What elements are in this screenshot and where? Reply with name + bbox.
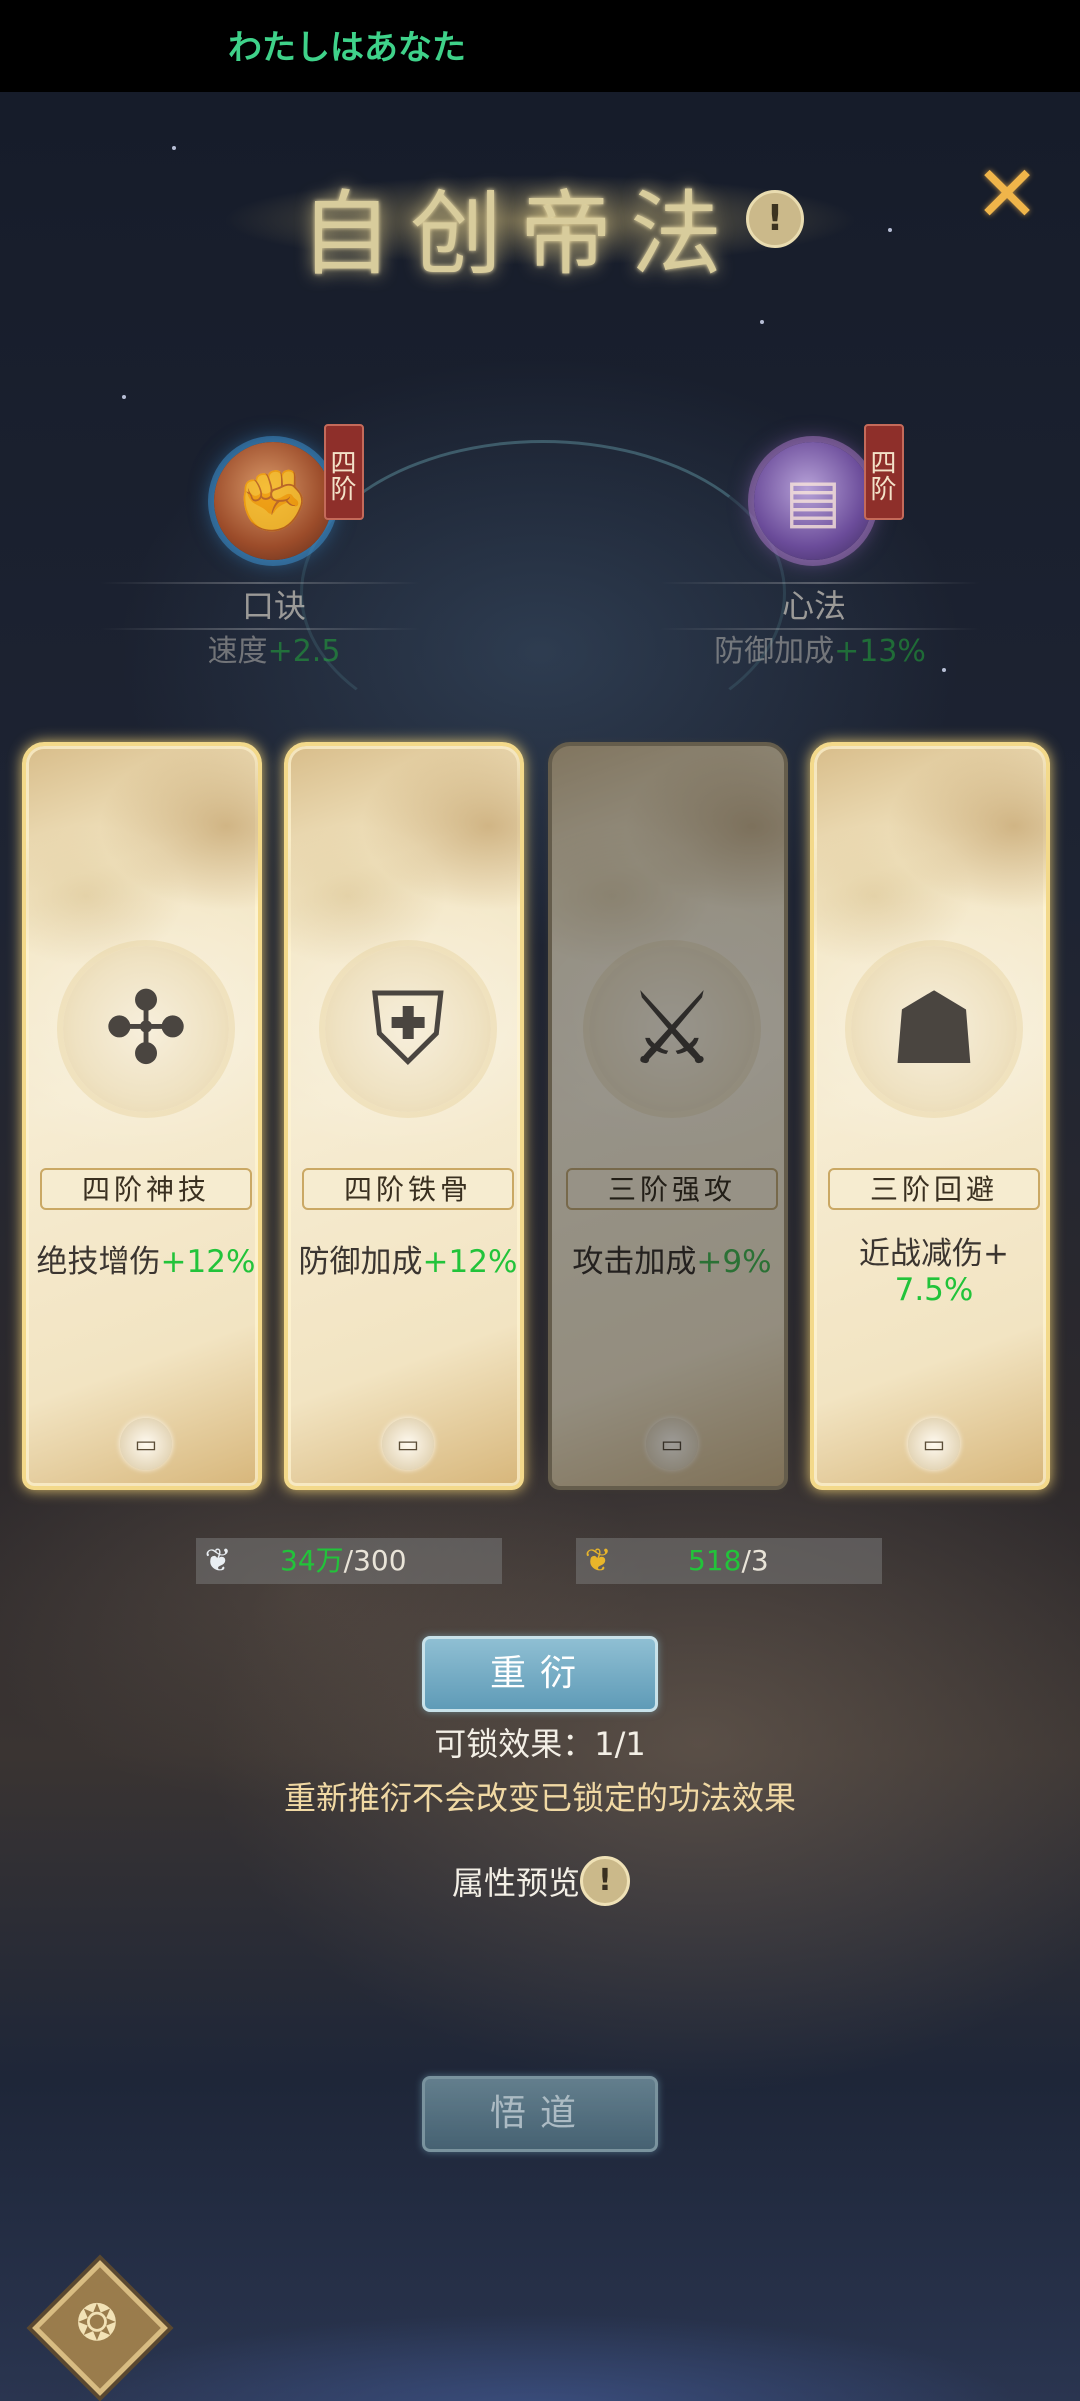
effect-label: 防御加成 bbox=[298, 1244, 423, 1280]
star bbox=[122, 395, 126, 399]
koujue-slot-orb[interactable]: ✊ bbox=[214, 442, 332, 560]
info-icon[interactable]: ! bbox=[746, 190, 804, 248]
card-effect: 近战减伤+ 7.5% bbox=[814, 1236, 1046, 1308]
spiral-arrows-icon: ✣ bbox=[63, 946, 229, 1112]
enlighten-button[interactable]: 悟道 bbox=[422, 2076, 658, 2152]
star bbox=[760, 320, 764, 324]
lock-toggle-icon[interactable]: ▭ bbox=[382, 1418, 434, 1470]
card-badge: 三阶强攻 bbox=[566, 1168, 778, 1210]
resource-have: 518 bbox=[688, 1544, 742, 1577]
swirl-emblem-icon: ❂ bbox=[76, 2294, 118, 2352]
card-badge: 四阶神技 bbox=[40, 1168, 252, 1210]
reroll-button[interactable]: 重衍 bbox=[422, 1636, 658, 1712]
scroll-book-icon: ▤ bbox=[784, 466, 842, 536]
page-title: 自创帝法 bbox=[299, 181, 740, 288]
tier-tag: 四阶 bbox=[864, 424, 904, 520]
xinfa-slot-orb[interactable]: ▤ bbox=[754, 442, 872, 560]
card-badge: 三阶回避 bbox=[828, 1168, 1040, 1210]
slot-attr-koujue: 速度+2.5 bbox=[134, 630, 414, 674]
slot-name-koujue: 口诀 bbox=[241, 587, 306, 625]
warrior-circle-icon: ☗ bbox=[851, 946, 1017, 1112]
lock-toggle-icon[interactable]: ▭ bbox=[908, 1418, 960, 1470]
resource-gold-value: 518/3 bbox=[688, 1538, 769, 1584]
close-icon[interactable]: ✕ bbox=[972, 156, 1042, 234]
marquee-text: わたしはあなた bbox=[228, 28, 466, 68]
resource-silver-value: 34万/300 bbox=[280, 1538, 407, 1584]
resource-need: /300 bbox=[343, 1544, 407, 1577]
reroll-hint: 重新推衍不会改变已锁定的功法效果 bbox=[283, 1779, 796, 1817]
lockable-count: 可锁效果：1/1 bbox=[434, 1725, 646, 1763]
effect-label: 近战减伤+ bbox=[859, 1236, 1009, 1272]
effect-value: +12% bbox=[160, 1244, 256, 1280]
skill-card-locked[interactable]: ⚔ 三阶强攻 攻击加成+9% ▭ bbox=[548, 742, 788, 1490]
resource-need: /3 bbox=[741, 1544, 769, 1577]
attr-label: 防御加成 bbox=[714, 634, 835, 669]
effect-label: 绝技增伤 bbox=[36, 1244, 161, 1280]
card-effect: 绝技增伤+12% bbox=[26, 1242, 258, 1282]
effect-value: 7.5% bbox=[894, 1272, 974, 1308]
attr-value: +2.5 bbox=[267, 634, 341, 669]
tier-tag: 四阶 bbox=[324, 424, 364, 520]
resource-have: 34万 bbox=[280, 1544, 344, 1577]
attr-label: 速度 bbox=[207, 634, 268, 669]
flame-fist-icon: ✊ bbox=[235, 466, 311, 536]
effect-label: 攻击加成 bbox=[572, 1244, 697, 1280]
silver-leaf-icon: ❦ bbox=[204, 1541, 232, 1579]
slot-name-xinfa: 心法 bbox=[781, 587, 846, 625]
lock-toggle-icon[interactable]: ▭ bbox=[646, 1418, 698, 1470]
effect-value: +9% bbox=[696, 1244, 772, 1280]
sword-plus-icon: ⚔ bbox=[589, 946, 755, 1112]
top-status-bar bbox=[0, 0, 1080, 92]
gold-leaf-icon: ❦ bbox=[584, 1541, 612, 1579]
card-badge: 四阶铁骨 bbox=[302, 1168, 514, 1210]
lock-toggle-icon[interactable]: ▭ bbox=[120, 1418, 172, 1470]
skill-card[interactable]: ✣ 四阶神技 绝技增伤+12% ▭ bbox=[22, 742, 262, 1490]
card-effect: 防御加成+12% bbox=[288, 1242, 520, 1282]
shield-plus-icon: ⛨ bbox=[325, 946, 491, 1112]
preview-label[interactable]: 属性预览 bbox=[430, 1858, 580, 1908]
effect-value: +12% bbox=[422, 1244, 518, 1280]
skill-card[interactable]: ☗ 三阶回避 近战减伤+ 7.5% ▭ bbox=[810, 742, 1050, 1490]
slot-attr-xinfa: 防御加成+13% bbox=[680, 630, 960, 674]
attr-value: +13% bbox=[834, 634, 926, 669]
card-effect: 攻击加成+9% bbox=[552, 1242, 784, 1282]
skill-card[interactable]: ⛨ 四阶铁骨 防御加成+12% ▭ bbox=[284, 742, 524, 1490]
info-icon[interactable]: ! bbox=[580, 1856, 630, 1906]
